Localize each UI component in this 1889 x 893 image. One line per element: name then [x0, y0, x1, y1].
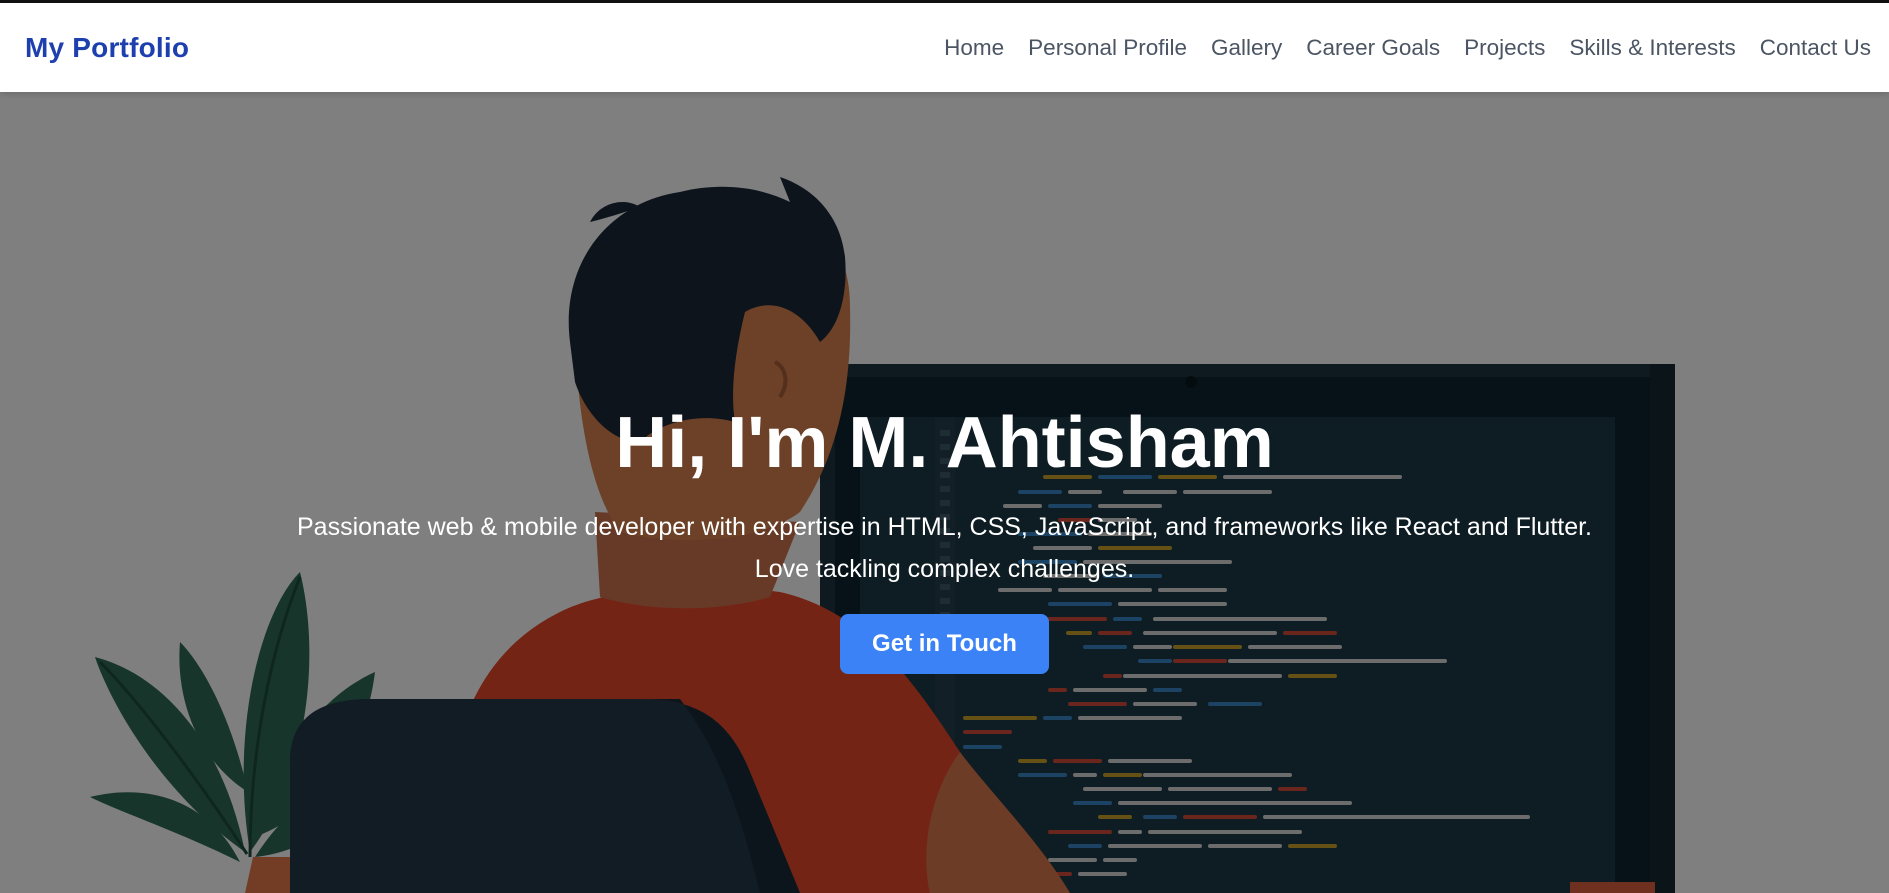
- hero-description-line1: Passionate web & mobile developer with e…: [296, 512, 1593, 541]
- nav-link-projects[interactable]: Projects: [1464, 35, 1545, 61]
- nav-links: Home Personal Profile Gallery Career Goa…: [920, 35, 1871, 61]
- brand-logo[interactable]: My Portfolio: [25, 32, 189, 64]
- navbar: My Portfolio Home Personal Profile Galle…: [0, 3, 1889, 92]
- hero-section: Hi, I'm M. Ahtisham Passionate web & mob…: [0, 92, 1889, 893]
- nav-link-contact-us[interactable]: Contact Us: [1760, 35, 1871, 61]
- hero-content: Hi, I'm M. Ahtisham Passionate web & mob…: [0, 92, 1889, 893]
- hero-description: Passionate web & mobile developer with e…: [245, 506, 1645, 590]
- hero-description-line2: Love tackling complex challenges.: [754, 554, 1135, 583]
- nav-link-skills-interests[interactable]: Skills & Interests: [1569, 35, 1735, 61]
- hero-title: Hi, I'm M. Ahtisham: [615, 403, 1274, 483]
- nav-link-gallery[interactable]: Gallery: [1211, 35, 1282, 61]
- nav-link-personal-profile[interactable]: Personal Profile: [1028, 35, 1187, 61]
- get-in-touch-button[interactable]: Get in Touch: [840, 613, 1049, 674]
- nav-link-home[interactable]: Home: [944, 35, 1004, 61]
- nav-link-career-goals[interactable]: Career Goals: [1306, 35, 1440, 61]
